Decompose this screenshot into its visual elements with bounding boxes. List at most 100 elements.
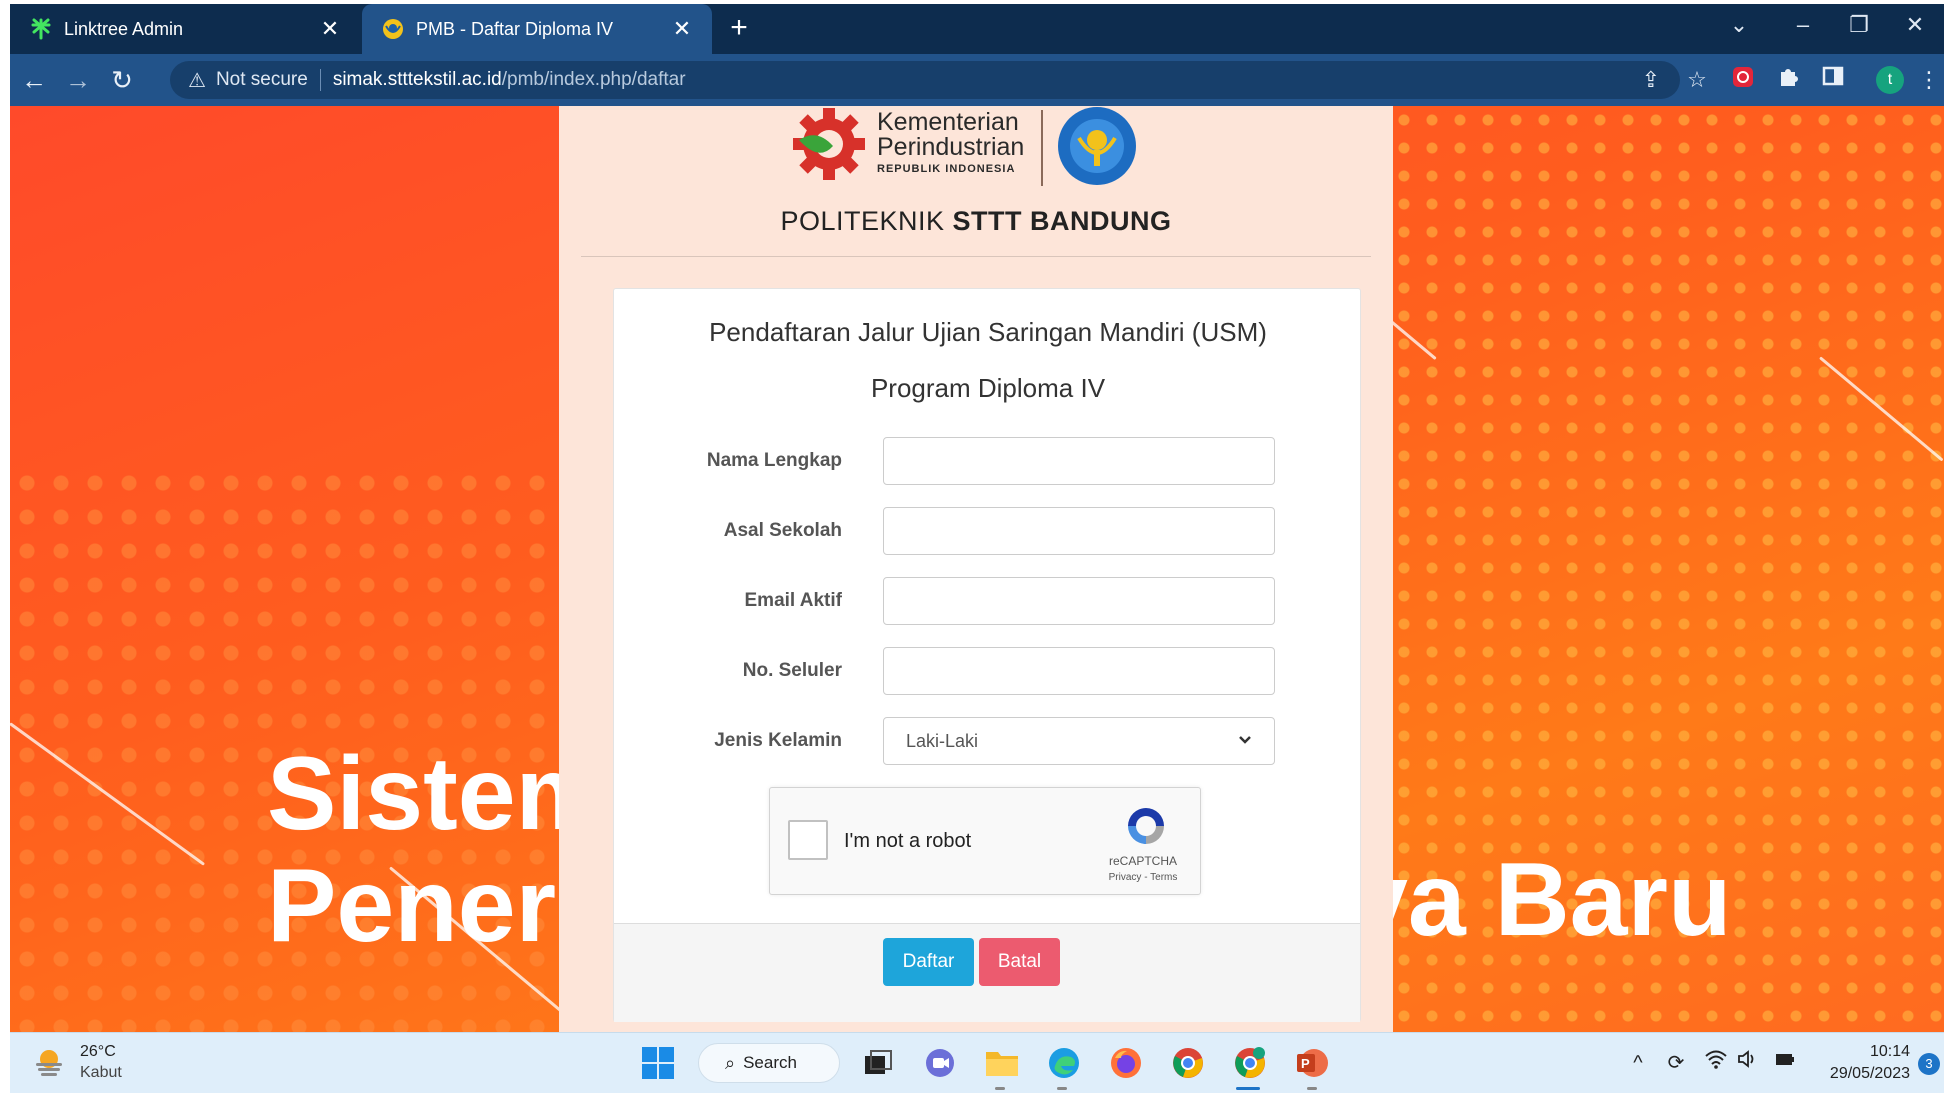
new-tab-button[interactable]: + xyxy=(722,12,756,46)
asal-sekolah-input[interactable] xyxy=(883,507,1275,555)
form-row-email-aktif: Email Aktif xyxy=(614,577,1362,625)
asal-sekolah-label: Asal Sekolah xyxy=(723,520,842,541)
form-row-no-seluler: No. Seluler xyxy=(614,647,1362,695)
clock-time: 10:14 xyxy=(1869,1043,1910,1060)
powerpoint-icon[interactable]: P xyxy=(1292,1043,1332,1083)
restore-icon[interactable]: ❐ xyxy=(1832,4,1886,44)
recaptcha-checkbox[interactable] xyxy=(788,820,828,860)
recaptcha-widget: I'm not a robot reCAPTCHA Privacy - Term… xyxy=(769,787,1201,895)
fog-sun-icon xyxy=(36,1050,62,1076)
sync-icon[interactable]: ⟳ xyxy=(1662,1049,1690,1077)
nama-lengkap-input[interactable] xyxy=(883,437,1275,485)
ministry-name: Kementerian Perindustrian REPUBLIK INDON… xyxy=(877,110,1024,176)
email-aktif-label: Email Aktif xyxy=(744,590,843,611)
weather-temperature: 26°C xyxy=(80,1043,116,1060)
edge-browser-icon[interactable] xyxy=(1044,1043,1084,1083)
share-icon[interactable]: ⇪ xyxy=(1636,65,1666,95)
chrome-icon[interactable] xyxy=(1168,1043,1208,1083)
running-indicator xyxy=(995,1087,1005,1090)
notification-badge[interactable]: 3 xyxy=(1918,1053,1940,1075)
warning-triangle-icon: ⚠ xyxy=(188,69,206,92)
ministry-line2: Perindustrian xyxy=(877,133,1025,161)
form-subtitle: Program Diploma IV xyxy=(870,373,1106,403)
wifi-icon[interactable] xyxy=(1702,1049,1730,1077)
no-seluler-input[interactable] xyxy=(883,647,1275,695)
banner-text-right: va Baru xyxy=(1350,842,1732,958)
taskbar-search-box[interactable]: ⌕ Search xyxy=(698,1043,840,1083)
address-bar[interactable]: ⚠ Not secure simak.stttekstil.ac.id/pmb/… xyxy=(170,61,1680,99)
running-indicator xyxy=(1057,1087,1067,1090)
windows-start-icon[interactable] xyxy=(638,1043,678,1083)
jenis-kelamin-label: Jenis Kelamin xyxy=(714,730,842,751)
firefox-icon[interactable] xyxy=(1106,1043,1146,1083)
tab-pmb-daftar[interactable]: PMB - Daftar Diploma IV ✕ xyxy=(362,4,712,54)
volume-icon[interactable] xyxy=(1734,1049,1762,1077)
sttt-favicon xyxy=(382,18,404,40)
form-footer: Daftar Batal xyxy=(614,923,1360,1022)
file-explorer-icon[interactable] xyxy=(982,1043,1022,1083)
chrome-profile-icon[interactable] xyxy=(1230,1043,1270,1083)
tab-close-icon[interactable]: ✕ xyxy=(318,16,342,42)
jenis-kelamin-select[interactable]: Laki-Laki xyxy=(883,717,1275,765)
ministry-line1: Kementerian xyxy=(877,108,1019,136)
windows-taskbar: 26°C Kabut ⌕ Search P ^ ⟳ 10:14 29/05/20… xyxy=(10,1032,1944,1093)
tab-search-chevron-icon[interactable]: ⌄ xyxy=(1712,4,1766,44)
reload-icon[interactable]: ↻ xyxy=(104,62,140,98)
linktree-icon xyxy=(30,18,52,40)
svg-text:P: P xyxy=(1301,1056,1310,1071)
banner-text-line2: Peneri xyxy=(267,848,585,964)
tab-close-icon[interactable]: ✕ xyxy=(670,16,694,42)
address-separator xyxy=(319,69,321,91)
taskbar-search-label: Search xyxy=(743,1053,797,1072)
browser-toolbar: ← → ↻ ⚠ Not secure simak.stttekstil.ac.i… xyxy=(10,54,1944,106)
url-host: simak.stttekstil.ac.id xyxy=(332,69,502,90)
tray-chevron-up-icon[interactable]: ^ xyxy=(1624,1049,1652,1077)
jenis-kelamin-selected: Laki-Laki xyxy=(906,730,979,751)
back-arrow-icon[interactable]: ← xyxy=(16,62,52,98)
sttt-bandung-seal xyxy=(1058,107,1136,185)
daftar-button[interactable]: Daftar xyxy=(883,938,974,986)
menu-dots-icon[interactable]: ⋮ xyxy=(1914,65,1944,95)
system-clock[interactable]: 10:14 29/05/2023 xyxy=(1798,1041,1910,1085)
battery-icon[interactable] xyxy=(1770,1049,1798,1077)
nama-lengkap-label: Nama Lengkap xyxy=(706,450,842,471)
header-divider xyxy=(581,256,1371,257)
extensions-puzzle-icon[interactable] xyxy=(1774,65,1804,95)
recaptcha-label: I'm not a robot xyxy=(844,830,972,852)
page-viewport: Sistem Peneri va Baru Kementerian Perind… xyxy=(10,106,1944,1032)
tab-linktree-admin[interactable]: Linktree Admin ✕ xyxy=(10,4,360,54)
institution-name: STTT BANDUNG xyxy=(952,206,1172,236)
bookmark-star-icon[interactable]: ☆ xyxy=(1682,65,1712,95)
banner-text-line1: Sistem xyxy=(267,736,609,852)
weather-condition: Kabut xyxy=(80,1064,122,1081)
minimize-icon[interactable]: – xyxy=(1776,4,1830,44)
email-aktif-input[interactable] xyxy=(883,577,1275,625)
weather-widget[interactable]: 26°C Kabut xyxy=(32,1041,122,1083)
form-row-asal-sekolah: Asal Sekolah xyxy=(614,507,1362,555)
window-close-icon[interactable]: ✕ xyxy=(1888,4,1942,44)
tab-title: Linktree Admin xyxy=(64,18,184,39)
active-indicator xyxy=(1236,1087,1260,1090)
teams-chat-icon[interactable] xyxy=(920,1043,960,1083)
no-seluler-label: No. Seluler xyxy=(742,660,842,681)
task-view-icon[interactable] xyxy=(858,1043,898,1083)
clock-date: 29/05/2023 xyxy=(1829,1065,1910,1082)
batal-button[interactable]: Batal xyxy=(979,938,1060,986)
forward-arrow-icon[interactable]: → xyxy=(60,62,96,98)
side-panel-icon[interactable] xyxy=(1818,65,1848,95)
kemenperin-gear-logo xyxy=(793,108,865,180)
form-row-jenis-kelamin: Jenis Kelamin Laki-Laki xyxy=(614,717,1362,765)
recaptcha-privacy-terms-link[interactable]: Privacy - Terms xyxy=(1088,872,1198,883)
profile-avatar[interactable]: t xyxy=(1876,66,1904,94)
ministry-line3: REPUBLIK INDONESIA xyxy=(877,163,1016,175)
recaptcha-brand: reCAPTCHA xyxy=(1108,854,1177,868)
institution-prefix: POLITEKNIK xyxy=(780,206,953,236)
tab-strip: Linktree Admin ✕ PMB - Daftar Diploma IV… xyxy=(10,4,1944,54)
search-icon: ⌕ xyxy=(725,1052,736,1073)
recaptcha-logo-icon xyxy=(1128,808,1164,844)
tab-title: PMB - Daftar Diploma IV xyxy=(416,18,614,39)
url-path: /pmb/index.php/daftar xyxy=(501,69,686,90)
extension-red-icon[interactable] xyxy=(1728,65,1758,95)
security-status: Not secure xyxy=(215,69,308,90)
logo-divider xyxy=(1041,110,1043,186)
